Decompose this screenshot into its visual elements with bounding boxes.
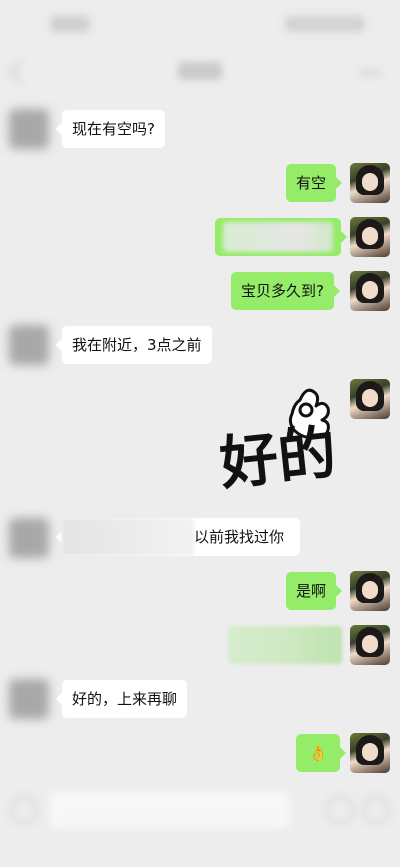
chat-title	[178, 62, 222, 80]
message-bubble-incoming[interactable]: 以前我找过你	[56, 518, 300, 556]
redaction-blur	[223, 222, 333, 252]
message-text: 以前我找过你	[194, 528, 285, 546]
voice-icon[interactable]	[10, 796, 38, 824]
my-avatar[interactable]	[350, 217, 390, 257]
chat-header	[0, 52, 400, 92]
emoji-icon[interactable]	[326, 796, 354, 824]
redaction-blur	[62, 518, 194, 556]
message-bubble-outgoing[interactable]: 是啊	[286, 572, 343, 610]
contact-avatar[interactable]	[9, 109, 49, 149]
message-bubble-outgoing-redacted[interactable]	[215, 218, 347, 256]
my-avatar[interactable]	[350, 271, 390, 311]
my-avatar[interactable]	[350, 379, 390, 419]
status-icons	[285, 16, 365, 32]
status-bar	[0, 0, 400, 50]
my-avatar[interactable]	[350, 163, 390, 203]
input-bar	[0, 780, 400, 840]
message-bubble-outgoing[interactable]: 有空	[286, 164, 343, 202]
message-bubble-outgoing[interactable]: 宝贝多久到?	[231, 272, 340, 310]
contact-avatar[interactable]	[9, 518, 49, 558]
message-bubble-incoming[interactable]: 现在有空吗?	[56, 110, 165, 148]
contact-avatar[interactable]	[9, 325, 49, 365]
my-avatar[interactable]	[350, 625, 390, 665]
contact-avatar[interactable]	[9, 679, 49, 719]
my-avatar[interactable]	[350, 571, 390, 611]
more-icon[interactable]	[360, 70, 382, 76]
ok-hand-emoji-icon: 👌	[308, 744, 328, 762]
message-bubble-outgoing-redacted[interactable]	[228, 626, 342, 664]
message-bubble-incoming[interactable]: 我在附近，3点之前	[56, 326, 212, 364]
ok-hand-sticker[interactable]: 好的	[214, 378, 342, 490]
status-time	[50, 16, 90, 32]
back-icon[interactable]	[8, 60, 32, 84]
sticker-text: 好的	[216, 418, 339, 490]
message-bubble-outgoing-emoji[interactable]: 👌	[296, 734, 346, 772]
my-avatar[interactable]	[350, 733, 390, 773]
message-bubble-incoming[interactable]: 好的，上来再聊	[55, 680, 188, 718]
message-input[interactable]	[50, 792, 290, 828]
plus-icon[interactable]	[362, 796, 390, 824]
